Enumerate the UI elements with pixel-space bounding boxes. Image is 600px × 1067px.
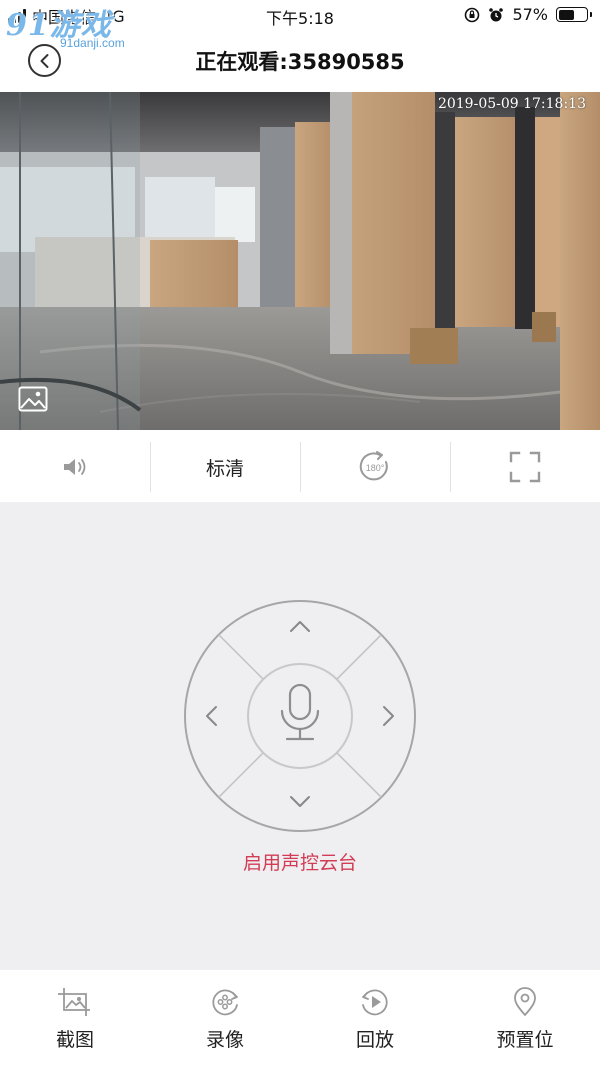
image-icon (18, 386, 48, 412)
fullscreen-icon (509, 451, 541, 483)
ptz-dpad (184, 600, 416, 832)
record-label: 录像 (205, 1029, 244, 1051)
ptz-right-button[interactable] (362, 686, 412, 746)
ptz-panel: 启用声控云台 (0, 502, 600, 970)
alarm-icon (489, 7, 504, 21)
screenshot-button[interactable]: 截图 (0, 970, 150, 1067)
status-right: 57% (464, 5, 592, 24)
rotate-label: 180° (366, 463, 385, 473)
video-feed[interactable]: 2019-05-09 17:18:13 (0, 92, 600, 430)
camera-scene (0, 92, 600, 430)
preset-button[interactable]: 预置位 (450, 970, 600, 1067)
ptz-left-button[interactable] (188, 686, 238, 746)
playback-icon (362, 989, 388, 1016)
ptz-down-button[interactable] (270, 778, 330, 828)
battery-percent: 57% (512, 5, 548, 24)
rotate-180-icon: 180° (359, 451, 388, 481)
quality-button[interactable]: 标清 (150, 432, 300, 502)
voice-ptz-toggle[interactable]: 启用声控云台 (0, 848, 600, 875)
record-icon (212, 989, 238, 1016)
battery-fill (558, 9, 574, 20)
preset-label: 预置位 (496, 1029, 554, 1051)
quality-label: 标清 (205, 457, 244, 480)
screenshot-label: 截图 (55, 1029, 94, 1051)
video-timestamp: 2019-05-09 17:18:13 (437, 96, 586, 112)
voice-control-button[interactable] (250, 666, 350, 766)
header: 正在观看:35890585 (0, 30, 600, 92)
album-button[interactable] (18, 386, 48, 412)
battery-icon (556, 7, 592, 22)
record-button[interactable]: 录像 (150, 970, 300, 1067)
rotate-button[interactable]: 180° (300, 432, 450, 502)
playback-button[interactable]: 回放 (300, 970, 450, 1067)
orientation-lock-icon (465, 7, 480, 22)
preset-location-icon (514, 987, 536, 1016)
ptz-up-button[interactable] (270, 604, 330, 654)
volume-icon (64, 459, 86, 475)
page-title: 正在观看:35890585 (195, 50, 405, 74)
bottom-toolbar: 截图 录像 回放 预置位 (0, 970, 600, 1067)
volume-button[interactable] (0, 432, 150, 502)
playback-label: 回放 (355, 1029, 394, 1051)
screenshot-icon (58, 988, 90, 1016)
fullscreen-button[interactable] (450, 432, 600, 502)
video-controls: 标清 180° (0, 432, 600, 502)
